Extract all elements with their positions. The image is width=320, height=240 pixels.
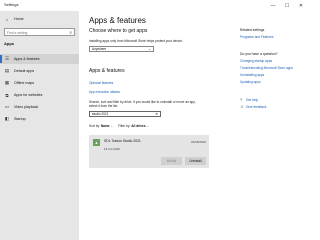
sidebar-item-label: Startup bbox=[14, 117, 26, 121]
app-version: 16.0.0.2340 bbox=[104, 147, 120, 151]
app-execution-aliases-link[interactable]: App execution aliases bbox=[89, 90, 120, 94]
page-title: Apps & features bbox=[89, 16, 146, 25]
app-install-date: 03/05/2020 bbox=[190, 140, 206, 144]
help-link-store-troubleshoot[interactable]: Troubleshooting Microsoft Store apps bbox=[240, 66, 293, 70]
sidebar-section-title: Apps bbox=[4, 41, 14, 46]
app-list-item[interactable]: ▲ SDL Trados Studio 2021 16.0.0.2340 03/… bbox=[89, 135, 209, 168]
choose-description: Installing apps only from Microsoft Stor… bbox=[89, 39, 183, 43]
uninstall-button[interactable]: Uninstall bbox=[185, 157, 206, 165]
filter-control[interactable]: Filter by: All drives ⌄ bbox=[118, 124, 149, 128]
get-help-link[interactable]: Get help bbox=[246, 98, 258, 102]
sidebar-home-label: Home bbox=[14, 17, 24, 21]
sidebar-item-label: Apps for websites bbox=[14, 93, 43, 97]
help-link-updating[interactable]: Updating apps bbox=[240, 80, 261, 84]
related-settings-heading: Related settings bbox=[240, 28, 265, 32]
main-content: Apps & features Choose where to get apps… bbox=[79, 11, 308, 240]
maximize-button[interactable]: ☐ bbox=[280, 0, 294, 11]
settings-search: ⌕ bbox=[4, 28, 75, 36]
sort-label: Sort by: bbox=[89, 124, 100, 128]
sidebar: ⌂ Home ⌕ Apps ☰ Apps & features ▤ Defaul… bbox=[0, 11, 79, 240]
apps-features-heading: Apps & features bbox=[89, 68, 125, 74]
default-apps-icon: ▤ bbox=[4, 68, 10, 73]
sdl-trados-app-icon: ▲ bbox=[93, 139, 100, 146]
home-icon: ⌂ bbox=[5, 16, 9, 22]
sort-filter-bar: Sort by: Name ⌄ Filter by: All drives ⌄ bbox=[89, 124, 149, 128]
sidebar-item-apps-for-websites[interactable]: ⧉ Apps for websites bbox=[0, 90, 79, 100]
sidebar-item-default-apps[interactable]: ▤ Default apps bbox=[0, 66, 79, 76]
question-heading: Do you have a question? bbox=[240, 52, 278, 56]
sort-control[interactable]: Sort by: Name ⌄ bbox=[89, 124, 113, 128]
window-title: Settings bbox=[4, 2, 19, 7]
chevron-down-icon: ⌄ bbox=[146, 124, 150, 128]
choose-heading: Choose where to get apps bbox=[89, 28, 148, 34]
map-icon: ▦ bbox=[4, 80, 10, 85]
app-source-dropdown[interactable]: Anywhere ⌄ bbox=[89, 46, 154, 52]
sidebar-home[interactable]: ⌂ Home bbox=[4, 15, 24, 23]
get-help-icon: ? bbox=[240, 97, 243, 102]
programs-features-link[interactable]: Programs and Features bbox=[240, 35, 273, 39]
minimize-button[interactable]: — bbox=[266, 0, 280, 11]
sidebar-item-label: Default apps bbox=[14, 69, 35, 73]
sidebar-item-apps-features[interactable]: ☰ Apps & features bbox=[0, 54, 79, 64]
give-feedback-link[interactable]: Give feedback bbox=[246, 105, 266, 109]
sidebar-item-startup[interactable]: ◧ Startup bbox=[0, 114, 79, 124]
filter-value: All drives bbox=[131, 124, 146, 128]
sidebar-item-video-playback[interactable]: ▭ Video playback bbox=[0, 102, 79, 112]
list-icon: ☰ bbox=[4, 56, 10, 61]
app-name: SDL Trados Studio 2021 bbox=[104, 139, 141, 143]
search-help-text: Search, sort and filter by drive. If you… bbox=[89, 100, 196, 108]
help-link-startup-apps[interactable]: Changing startup apps bbox=[240, 59, 272, 63]
search-input[interactable] bbox=[7, 29, 65, 36]
sidebar-item-label: Offline maps bbox=[14, 81, 35, 85]
app-source-value: Anywhere bbox=[92, 47, 107, 51]
sidebar-item-label: Video playback bbox=[14, 105, 39, 109]
sidebar-item-label: Apps & features bbox=[14, 57, 40, 61]
app-search-field[interactable]: studio 2021 ✕ bbox=[89, 111, 161, 117]
optional-features-link[interactable]: Optional features bbox=[89, 81, 113, 85]
clear-icon[interactable]: ✕ bbox=[155, 112, 158, 117]
feedback-icon: ☺ bbox=[240, 104, 245, 109]
search-icon[interactable]: ⌕ bbox=[69, 30, 72, 35]
video-icon: ▭ bbox=[4, 104, 10, 109]
filter-label: Filter by: bbox=[118, 124, 131, 128]
help-link-uninstalling[interactable]: Uninstalling apps bbox=[240, 73, 264, 77]
chevron-down-icon: ⌄ bbox=[148, 47, 151, 51]
startup-icon: ◧ bbox=[4, 116, 10, 121]
title-bar: Settings — ☐ ✕ bbox=[0, 0, 308, 11]
app-search-value: studio 2021 bbox=[92, 112, 109, 116]
sort-value: Name bbox=[100, 124, 110, 128]
window-controls: — ☐ ✕ bbox=[266, 0, 308, 11]
sidebar-item-offline-maps[interactable]: ▦ Offline maps bbox=[0, 78, 79, 88]
chevron-down-icon: ⌄ bbox=[110, 124, 114, 128]
web-link-icon: ⧉ bbox=[5, 92, 9, 98]
close-button[interactable]: ✕ bbox=[294, 0, 308, 11]
modify-button[interactable]: Modify bbox=[161, 157, 182, 165]
